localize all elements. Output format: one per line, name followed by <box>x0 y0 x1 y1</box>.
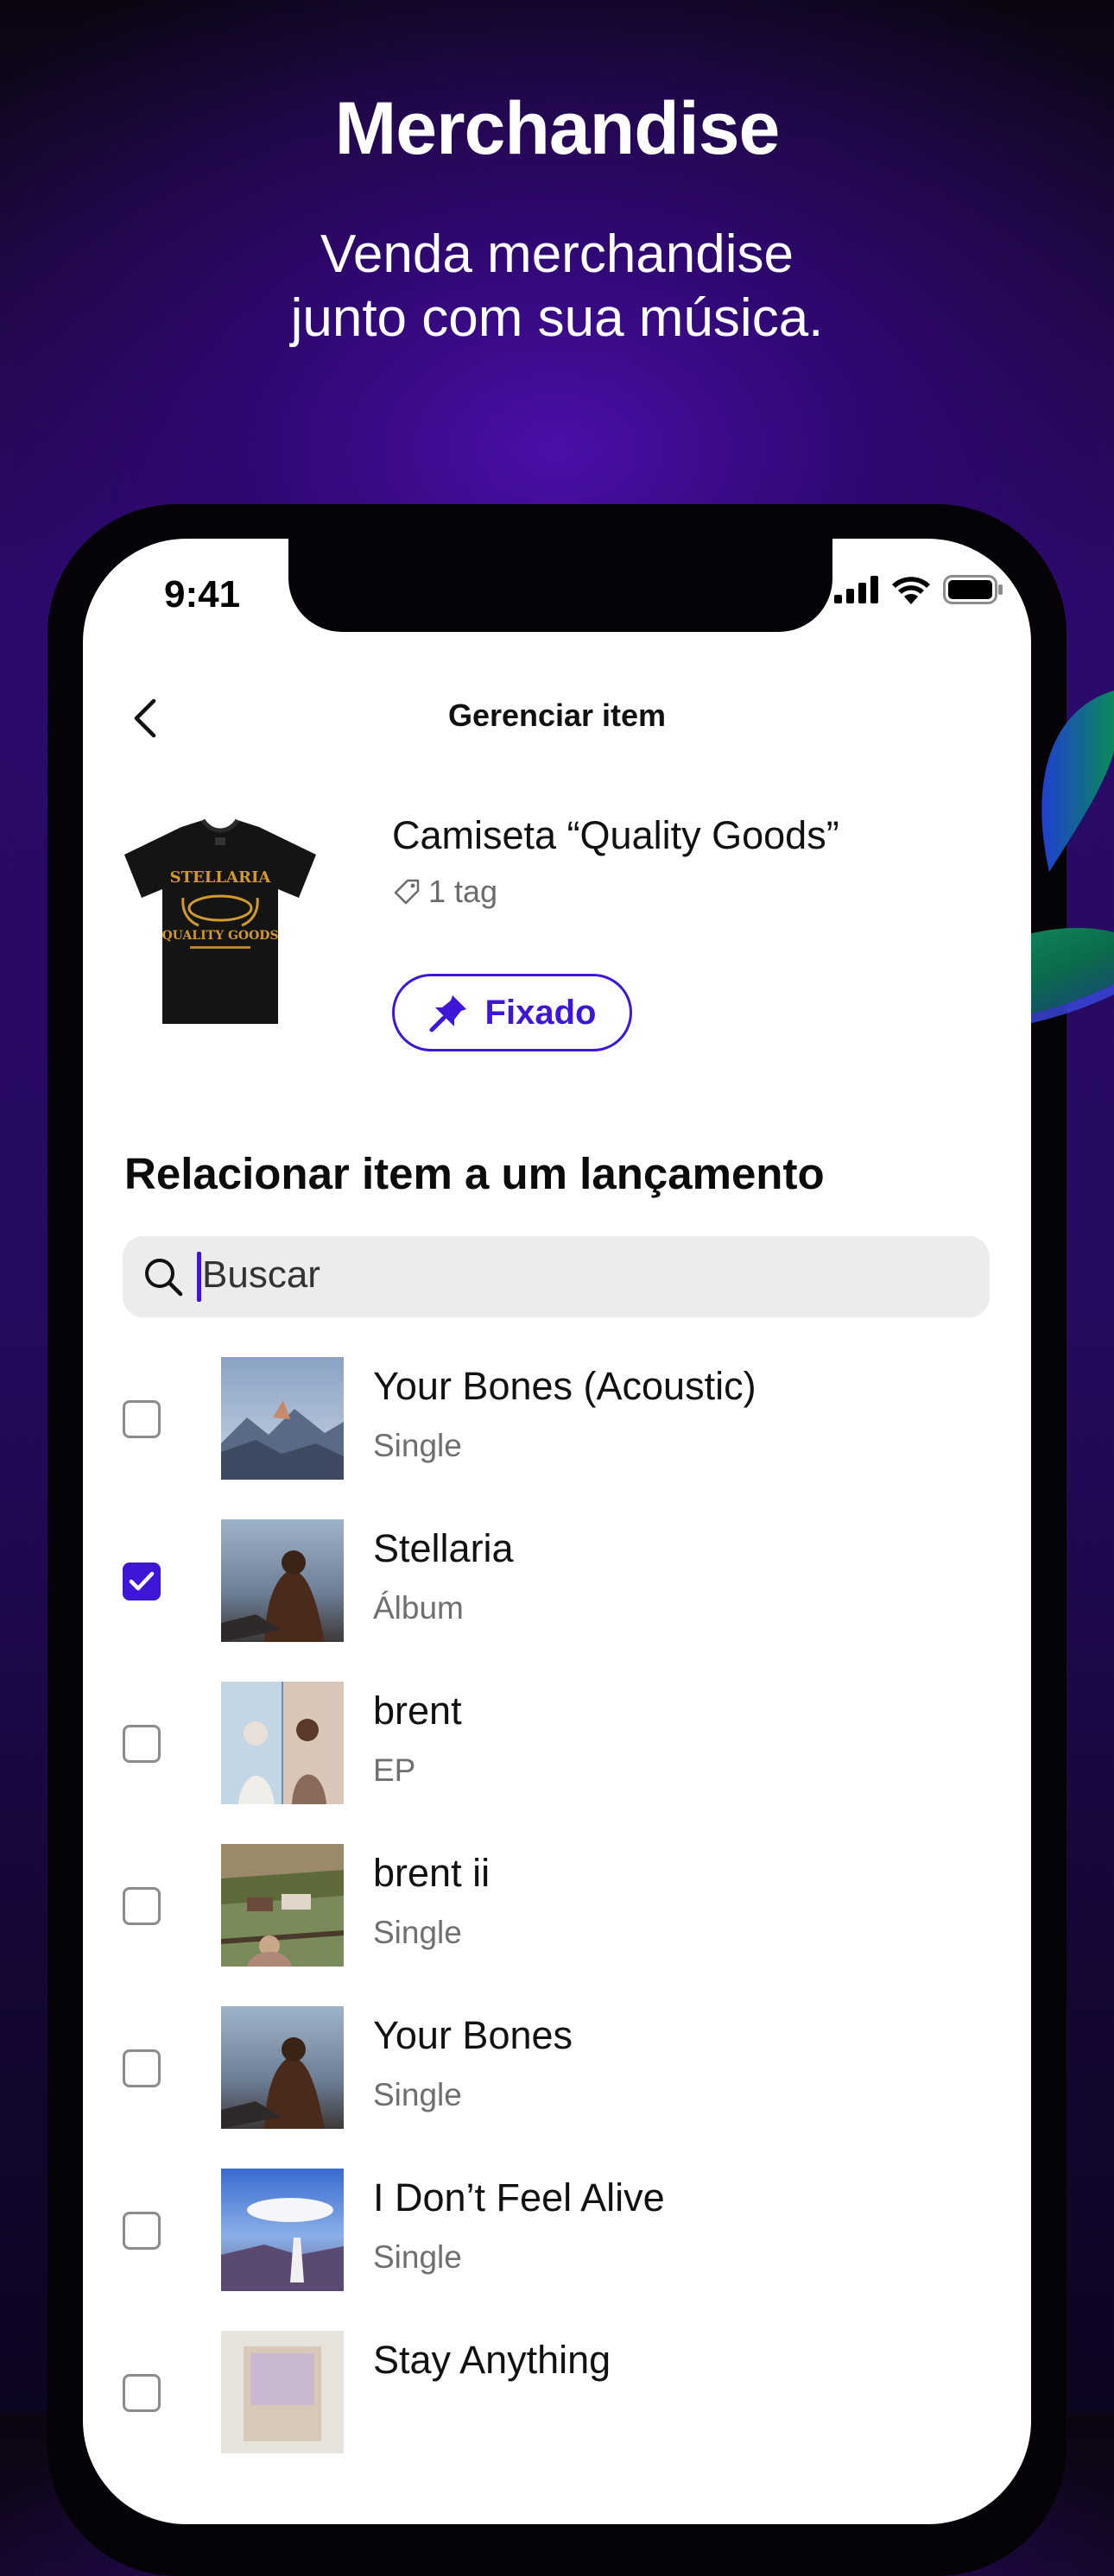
cover-art-image <box>221 1682 344 1804</box>
release-title: brent <box>373 1689 462 1733</box>
promo-subtitle-line2: junto com sua música. <box>290 288 824 348</box>
pinned-button-label: Fixado <box>484 993 597 1032</box>
release-title: brent ii <box>373 1851 491 1895</box>
cover-art-image <box>221 2006 344 2129</box>
signal-icon <box>834 576 878 603</box>
search-icon <box>145 1259 183 1297</box>
release-checkbox[interactable] <box>123 1887 161 1925</box>
release-checkbox-checked[interactable] <box>123 1563 161 1601</box>
navigation-bar: Gerenciar item <box>83 685 1031 754</box>
search-placeholder: Buscar <box>202 1253 320 1296</box>
release-row[interactable]: brent ii Single <box>83 1837 1031 1999</box>
tag-icon <box>394 879 420 905</box>
release-title: Your Bones (Acoustic) <box>373 1364 756 1408</box>
promo-subtitle: Venda merchandise junto com sua música. <box>0 223 1114 350</box>
release-title: I Don’t Feel Alive <box>373 2175 665 2219</box>
release-row[interactable]: I Don’t Feel Alive Single <box>83 2162 1031 2324</box>
section-title: Relacionar item a um lançamento <box>124 1149 825 1198</box>
release-title: Stellaria <box>373 1526 514 1570</box>
cover-art-image <box>221 2331 344 2453</box>
release-row[interactable]: Your Bones (Acoustic) Single <box>83 1350 1031 1512</box>
release-checkbox[interactable] <box>123 2049 161 2087</box>
pinned-button[interactable]: Fixado <box>392 974 632 1051</box>
wifi-icon <box>892 577 930 604</box>
release-row[interactable]: brent EP <box>83 1675 1031 1837</box>
product-tags[interactable]: 1 tag <box>392 874 497 910</box>
release-title: Stay Anything <box>373 2338 611 2382</box>
release-checkbox[interactable] <box>123 1400 161 1438</box>
release-checkbox[interactable] <box>123 2212 161 2250</box>
release-row[interactable]: Stay Anything <box>83 2324 1031 2486</box>
release-type: Single <box>373 1915 462 1950</box>
cover-art-image <box>221 1844 344 1967</box>
cover-art-image <box>221 1357 344 1480</box>
product-name: Camiseta “Quality Goods” <box>392 813 839 857</box>
cover-art-image <box>221 2169 344 2291</box>
release-type: EP <box>373 1752 416 1788</box>
phone-notch <box>288 539 832 632</box>
status-time: 9:41 <box>164 573 241 616</box>
shirt-print-line1: STELLARIA <box>170 868 272 887</box>
battery-icon <box>943 575 1003 604</box>
product-tags-label: 1 tag <box>428 874 498 909</box>
release-type: Álbum <box>373 1590 464 1626</box>
release-type: Single <box>373 1428 462 1463</box>
release-row[interactable]: Your Bones Single <box>83 1999 1031 2162</box>
release-checkbox[interactable] <box>123 2374 161 2412</box>
release-type: Single <box>373 2239 462 2275</box>
checkmark-icon <box>129 1571 155 1591</box>
text-cursor <box>197 1252 201 1302</box>
release-row[interactable]: Stellaria Álbum <box>83 1512 1031 1675</box>
search-input[interactable]: Buscar <box>123 1236 990 1317</box>
release-title: Your Bones <box>373 2013 573 2057</box>
shirt-print-line2: QUALITY GOODS <box>161 929 278 943</box>
nav-title: Gerenciar item <box>447 698 667 733</box>
cover-art-image <box>221 1519 344 1642</box>
promo-subtitle-line1: Venda merchandise <box>320 224 794 284</box>
phone-screen: 9:41 Gerenciar item STELLARIA QUALITY GO… <box>83 539 1031 2524</box>
release-type: Single <box>373 2077 462 2112</box>
status-icons <box>834 575 1003 604</box>
promo-title: Merchandise <box>334 87 781 170</box>
release-checkbox[interactable] <box>123 1725 161 1763</box>
pin-icon <box>429 995 466 1032</box>
product-tshirt-image: STELLARIA QUALITY GOODS <box>124 818 316 1024</box>
